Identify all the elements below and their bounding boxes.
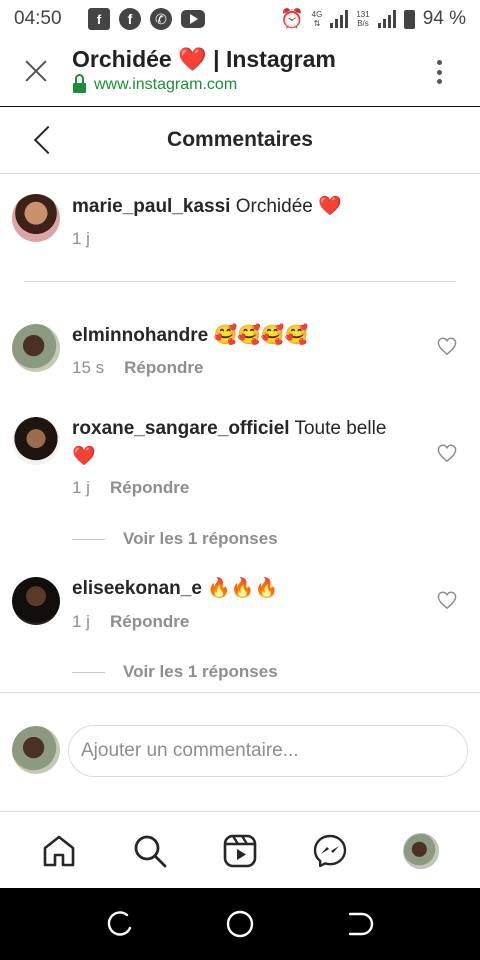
browser-toolbar: Orchidée ❤️ | Instagram www.instagram.co…: [0, 38, 480, 107]
system-navigation-bar: [0, 888, 480, 960]
heart-icon[interactable]: [437, 591, 457, 609]
facebook-square-icon: f: [88, 8, 110, 30]
caption-time: 1 j: [72, 229, 90, 248]
messenger-icon[interactable]: [306, 827, 354, 875]
reply-button[interactable]: Répondre: [124, 358, 203, 378]
whatsapp-icon: ✆: [150, 8, 172, 30]
caption-text: marie_paul_kassi Orchidée ❤️: [72, 194, 342, 220]
system-icons: ⏰ 4G ⇅ 131 B/s 94 %: [280, 7, 466, 31]
header-title: Commentaires: [167, 128, 313, 151]
back-icon[interactable]: [346, 910, 374, 938]
comment-body: ❤️: [72, 446, 96, 467]
view-replies-button[interactable]: Voir les 1 réponses: [72, 662, 278, 682]
comment-time: 1 j: [72, 478, 90, 497]
more-vert-icon[interactable]: [437, 60, 443, 84]
battery-percent: 94 %: [422, 8, 466, 29]
comment-meta: 1 j Répondre: [72, 478, 189, 498]
recents-icon[interactable]: [106, 910, 134, 938]
alarm-icon: ⏰: [279, 9, 304, 30]
replies-line: [72, 538, 105, 540]
network-label: 4G: [311, 10, 323, 19]
heart-icon[interactable]: [437, 444, 457, 462]
view-replies-button[interactable]: Voir les 1 réponses: [72, 529, 278, 549]
youtube-icon: [181, 10, 205, 28]
avatar[interactable]: [12, 577, 60, 625]
home-circle-icon[interactable]: [226, 910, 254, 938]
avatar[interactable]: [12, 324, 60, 372]
comment-username[interactable]: eliseekonan_e: [72, 578, 202, 599]
signal-icon: [377, 10, 396, 28]
view-replies-label: Voir les 1 réponses: [123, 529, 278, 548]
comment-time: 15 s: [72, 358, 105, 377]
comment-body: 🥰🥰🥰🥰: [213, 325, 309, 346]
reply-button[interactable]: Répondre: [110, 612, 189, 632]
comment-text: elminnohandre 🥰🥰🥰🥰: [72, 323, 308, 349]
network-type: 4G ⇅: [311, 10, 323, 28]
add-comment-bar: [0, 692, 480, 812]
url-text: www.instagram.com: [94, 76, 238, 93]
notification-icons: f f ✆: [88, 8, 205, 30]
caption-body: Orchidée ❤️: [235, 196, 342, 217]
comment-text-line2: ❤️: [72, 444, 96, 470]
comment-input[interactable]: [68, 725, 468, 777]
lock-icon: [73, 74, 86, 93]
comment-text: eliseekonan_e 🔥🔥🔥: [72, 576, 278, 602]
signal-icon: [330, 10, 349, 28]
speed-unit: B/s: [357, 19, 369, 28]
caption-meta: 1 j: [72, 229, 90, 249]
close-icon[interactable]: [24, 59, 48, 83]
comment-body: 🔥🔥🔥: [207, 578, 279, 599]
reply-button[interactable]: Répondre: [110, 478, 189, 498]
caption-username[interactable]: marie_paul_kassi: [72, 196, 230, 217]
avatar: [12, 726, 60, 774]
comment-text: roxane_sangare_officiel Toute belle: [72, 416, 422, 442]
comment-body: Toute belle: [294, 418, 387, 439]
facebook-icon: f: [119, 8, 141, 30]
reels-icon[interactable]: [216, 827, 264, 875]
profile-nav-item[interactable]: [397, 827, 445, 875]
status-bar: 04:50 f f ✆ ⏰ 4G ⇅ 131 B/s 94 %: [0, 0, 480, 38]
page-title: Orchidée ❤️ | Instagram: [72, 46, 336, 72]
search-icon[interactable]: [126, 827, 174, 875]
home-icon[interactable]: [35, 827, 83, 875]
avatar[interactable]: [12, 417, 60, 465]
url-row[interactable]: www.instagram.com: [73, 74, 238, 94]
comments-header: Commentaires: [0, 108, 480, 174]
data-speed: 131 B/s: [356, 10, 369, 28]
battery-icon: [403, 9, 415, 29]
clock: 04:50: [14, 8, 62, 29]
divider: [24, 281, 456, 282]
heart-icon[interactable]: [437, 337, 457, 355]
view-replies-label: Voir les 1 réponses: [123, 662, 278, 681]
comment-meta: 15 s Répondre: [72, 358, 203, 378]
comment-username[interactable]: roxane_sangare_officiel: [72, 418, 290, 439]
comment-meta: 1 j Répondre: [72, 612, 189, 632]
profile-avatar: [402, 832, 439, 869]
speed-value: 131: [356, 10, 370, 19]
replies-line: [72, 671, 105, 673]
comment-username[interactable]: elminnohandre: [72, 325, 208, 346]
avatar[interactable]: [12, 194, 60, 242]
comment-time: 1 j: [72, 612, 90, 631]
bottom-nav: [0, 813, 480, 888]
